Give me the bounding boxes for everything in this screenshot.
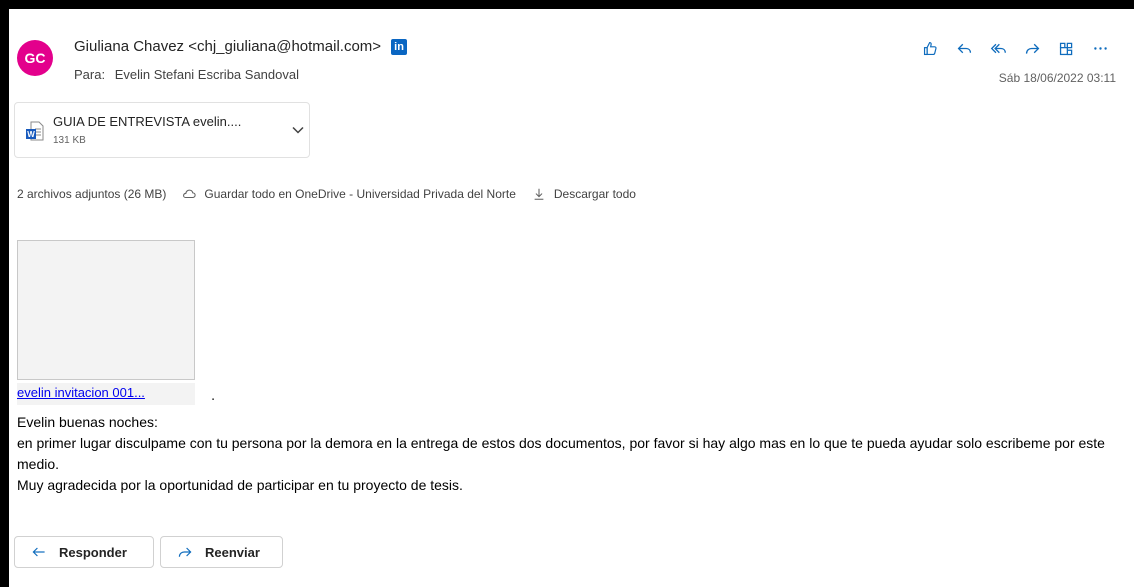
attachment-card[interactable]: W GUIA DE ENTREVISTA evelin.... 131 KB bbox=[14, 102, 310, 158]
received-date: Sáb 18/06/2022 03:11 bbox=[998, 71, 1116, 85]
like-icon[interactable] bbox=[916, 36, 944, 60]
recipient-name[interactable]: Evelin Stefani Escriba Sandoval bbox=[115, 67, 299, 82]
download-icon bbox=[534, 188, 544, 200]
reply-button[interactable]: Responder bbox=[14, 536, 154, 568]
message-actions bbox=[910, 36, 1114, 60]
save-to-onedrive-link[interactable]: Guardar todo en OneDrive - Universidad P… bbox=[204, 187, 515, 201]
body-line: Muy agradecida por la oportunidad de par… bbox=[17, 477, 463, 493]
inline-image-link[interactable]: evelin invitacion 001... bbox=[17, 383, 195, 405]
forward-label: Reenviar bbox=[205, 544, 260, 560]
to-label: Para: bbox=[74, 67, 106, 82]
reply-all-icon[interactable] bbox=[984, 36, 1012, 60]
attachments-bar: 2 archivos adjuntos (26 MB) Guardar todo… bbox=[17, 187, 636, 201]
body-line: en primer lugar disculpame con tu person… bbox=[17, 435, 1105, 472]
sender[interactable]: Giuliana Chavez <chj_giuliana@hotmail.co… bbox=[74, 38, 408, 55]
apps-icon[interactable] bbox=[1052, 36, 1080, 60]
download-all-link[interactable]: Descargar todo bbox=[554, 187, 636, 201]
sender-name[interactable]: Giuliana Chavez <chj_giuliana@hotmail.co… bbox=[74, 38, 381, 55]
chevron-down-icon[interactable] bbox=[291, 123, 305, 137]
reply-label: Responder bbox=[59, 544, 127, 560]
word-file-icon: W bbox=[26, 121, 44, 141]
linkedin-icon[interactable]: in bbox=[391, 38, 408, 55]
attachment-size: 131 KB bbox=[53, 135, 86, 146]
avatar[interactable]: GC bbox=[17, 40, 53, 76]
body-line: Evelin buenas noches: bbox=[17, 414, 158, 430]
forward-icon[interactable] bbox=[1018, 36, 1046, 60]
inline-image-thumbnail[interactable] bbox=[17, 240, 195, 380]
reply-icon[interactable] bbox=[950, 36, 978, 60]
recipients: Para: Evelin Stefani Escriba Sandoval bbox=[74, 67, 299, 82]
svg-text:W: W bbox=[27, 130, 35, 139]
body-dot: . bbox=[211, 387, 216, 404]
forward-icon bbox=[178, 547, 192, 557]
cloud-icon bbox=[183, 189, 197, 199]
attachments-count: 2 archivos adjuntos (26 MB) bbox=[17, 187, 167, 201]
email-reading-pane: GC Giuliana Chavez <chj_giuliana@hotmail… bbox=[9, 9, 1134, 587]
reply-icon bbox=[32, 547, 45, 557]
more-icon[interactable] bbox=[1086, 36, 1114, 60]
attachment-name[interactable]: GUIA DE ENTREVISTA evelin.... bbox=[53, 114, 241, 129]
message-body: Evelin buenas noches: en primer lugar di… bbox=[17, 412, 1117, 496]
forward-button[interactable]: Reenviar bbox=[160, 536, 283, 568]
